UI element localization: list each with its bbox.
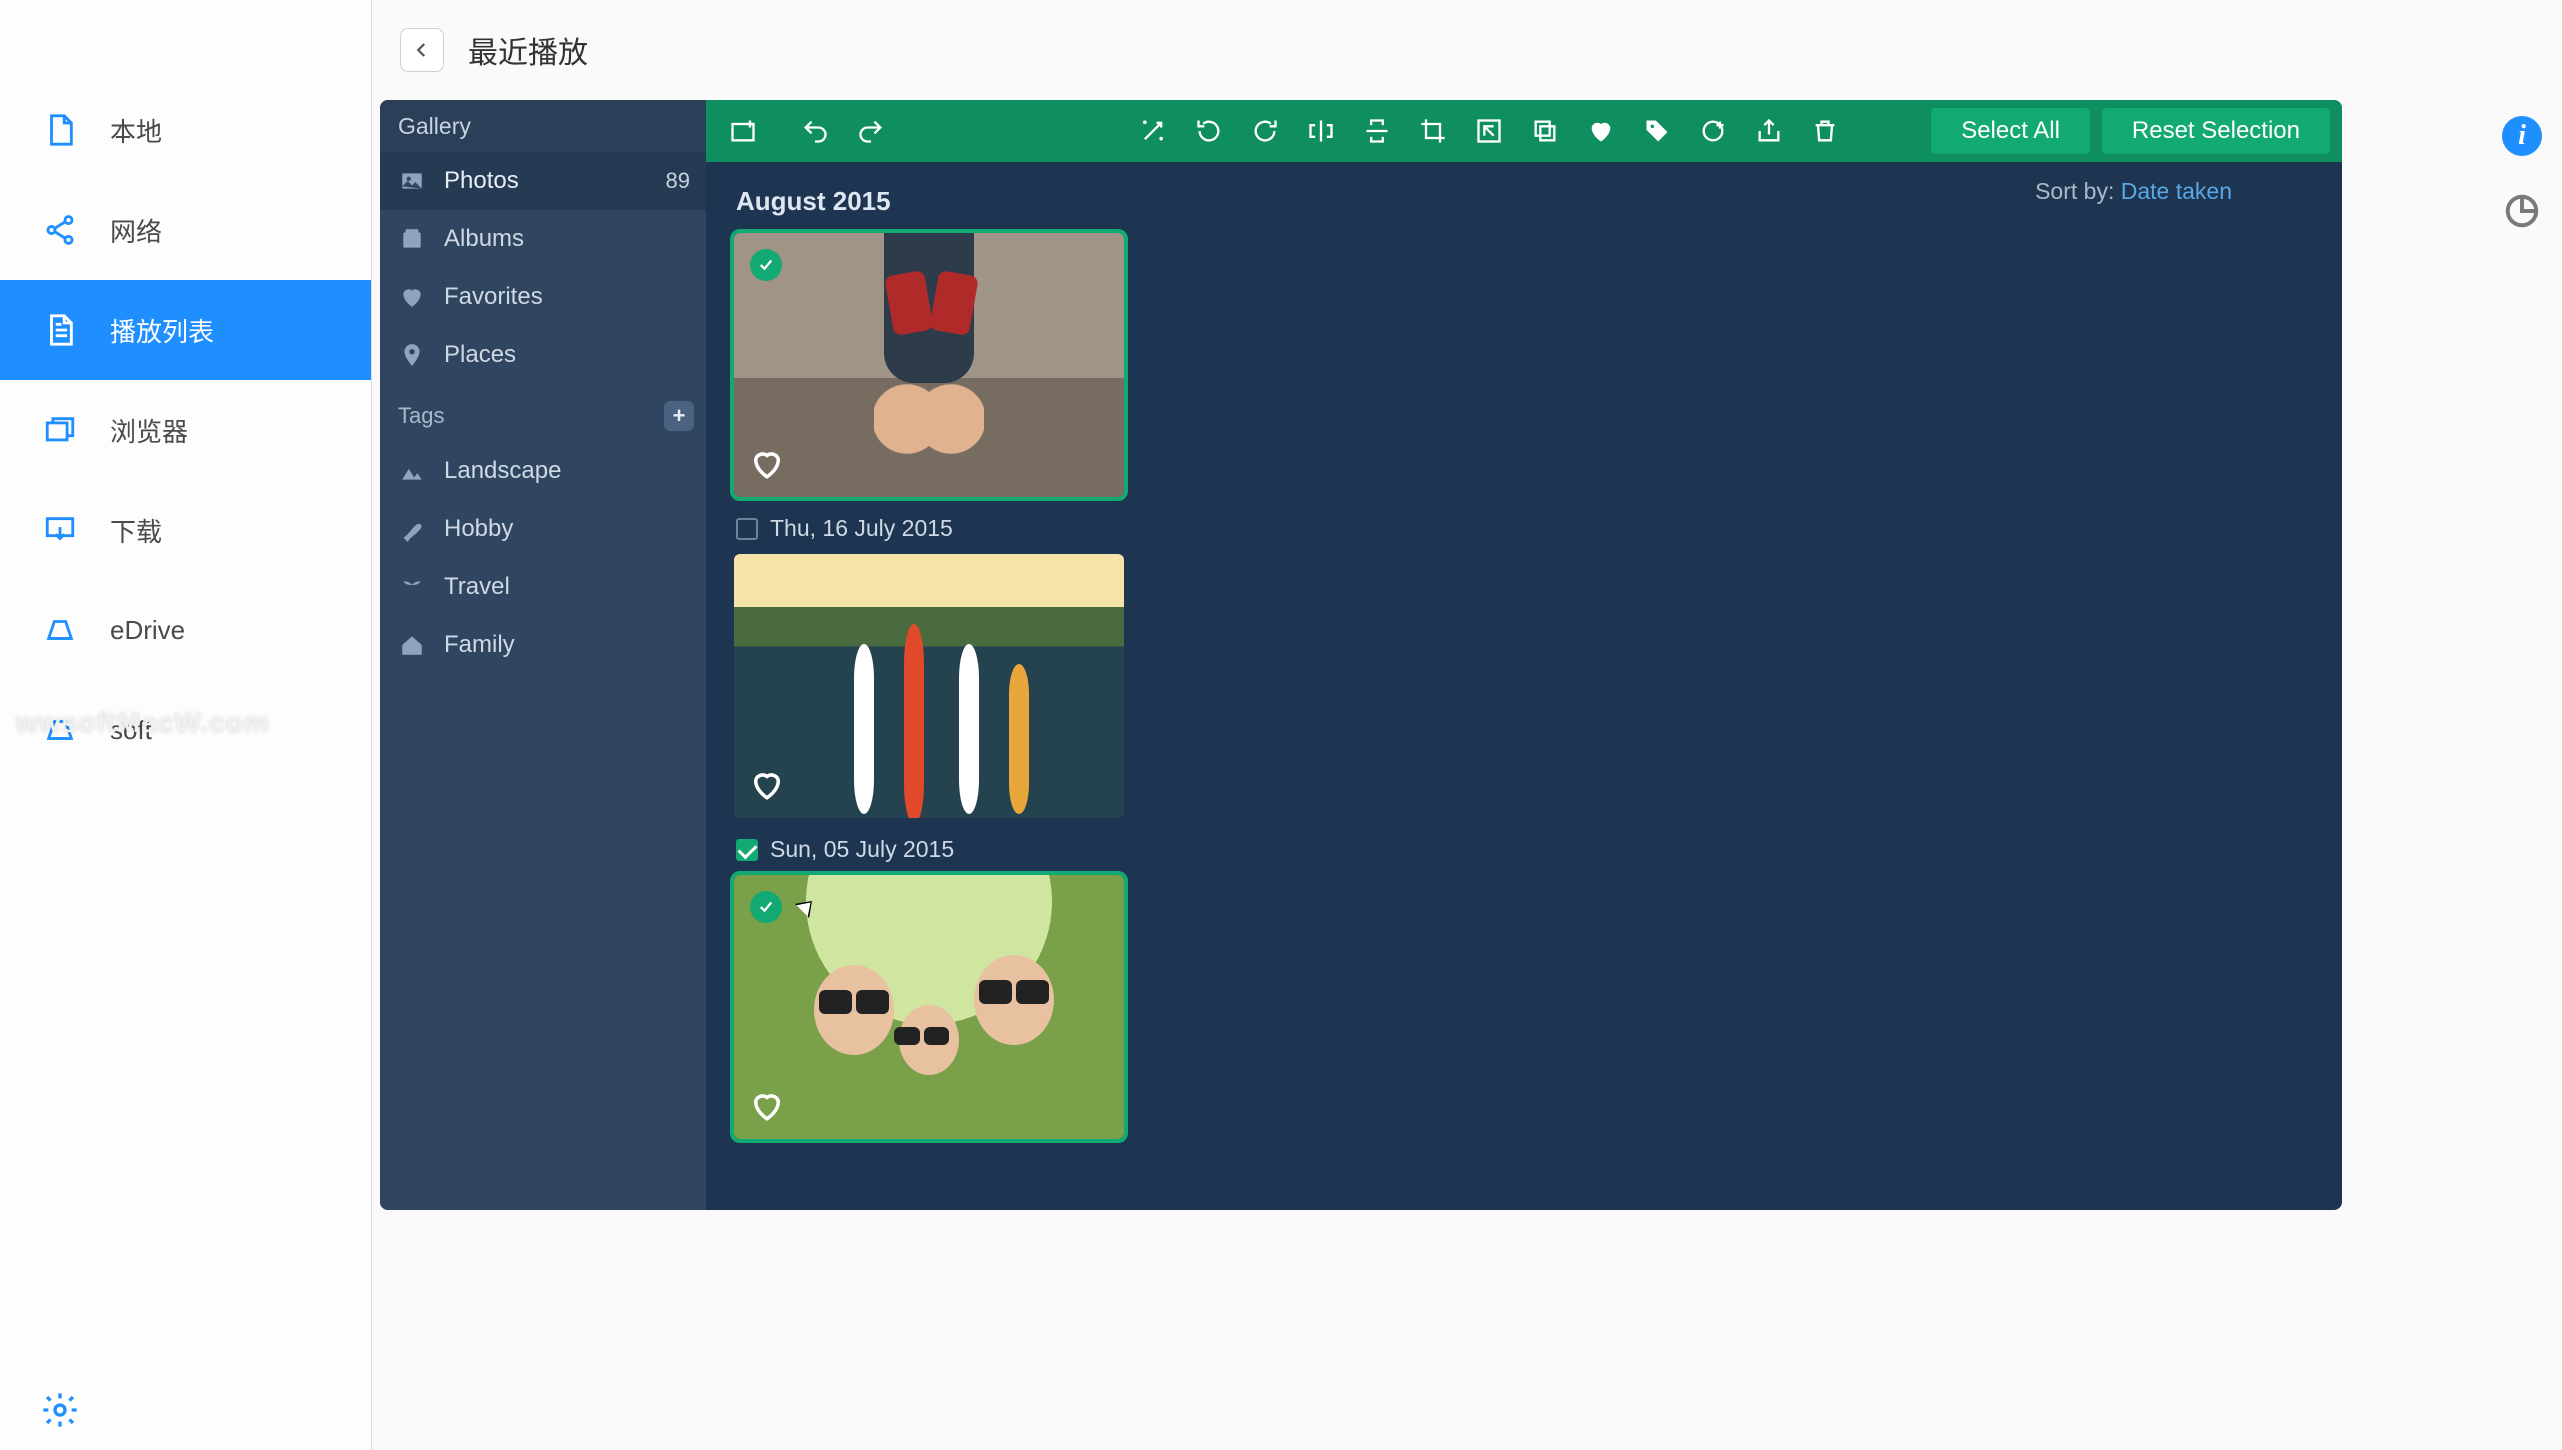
back-button[interactable]: [400, 28, 444, 72]
sidebar-item-browser[interactable]: 浏览器: [0, 380, 371, 480]
share-icon: [42, 212, 78, 248]
photo-thumbnail[interactable]: [734, 233, 1124, 497]
palm-icon: [398, 573, 426, 601]
selected-check-icon: [750, 891, 782, 923]
date-checkbox[interactable]: [736, 518, 758, 540]
sidebar-item-label: 网络: [110, 212, 162, 249]
home-icon: [398, 631, 426, 659]
sidebar-item-label: 下载: [110, 512, 162, 549]
windows-icon: [42, 412, 78, 448]
sidebar-item-download[interactable]: 下载: [0, 480, 371, 580]
tag-label: Hobby: [444, 515, 513, 543]
date-header[interactable]: Sun, 05 July 2015: [736, 836, 2318, 863]
gallery-section-label: Photos: [444, 167, 519, 195]
favorite-heart-icon[interactable]: [750, 1089, 784, 1123]
hobby-icon: [398, 515, 426, 543]
gallery-panel: Gallery Photos 89 Albums Favorites Place…: [380, 100, 2342, 1210]
rotate-right-button[interactable]: [1240, 108, 1290, 154]
tag-landscape[interactable]: Landscape: [380, 442, 706, 500]
flip-horizontal-button[interactable]: [1296, 108, 1346, 154]
gallery-section-label: Albums: [444, 225, 524, 253]
crop-button[interactable]: [1408, 108, 1458, 154]
drive-icon: [42, 712, 78, 748]
date-label: Thu, 16 July 2015: [770, 515, 953, 542]
sidebar-item-label: soft: [110, 715, 152, 746]
add-tag-button[interactable]: +: [664, 401, 694, 431]
sidebar-item-label: 播放列表: [110, 312, 214, 349]
delete-button[interactable]: [1800, 108, 1850, 154]
sidebar-item-label: eDrive: [110, 615, 185, 646]
gallery-section-label: Favorites: [444, 283, 543, 311]
app-sidebar: 本地 网络 播放列表 浏览器 下载 eDrive: [0, 0, 372, 1450]
photo-grid: Sort by: Date taken August 2015 Thu, 16 …: [706, 162, 2342, 1210]
add-photo-button[interactable]: [718, 108, 768, 154]
photo-thumbnail[interactable]: [734, 875, 1124, 1139]
reset-selection-button[interactable]: Reset Selection: [2102, 108, 2330, 154]
chevron-left-icon: [413, 41, 431, 59]
resize-button[interactable]: [1464, 108, 1514, 154]
sidebar-item-label: 本地: [110, 112, 162, 149]
selected-check-icon: [750, 249, 782, 281]
photo-thumbnail[interactable]: [734, 554, 1124, 818]
tag-family[interactable]: Family: [380, 616, 706, 674]
tag-label: Family: [444, 631, 515, 659]
gallery-header: Gallery: [380, 100, 706, 152]
gear-icon: [40, 1390, 80, 1430]
sidebar-item-network[interactable]: 网络: [0, 180, 371, 280]
tags-header: Tags +: [380, 390, 706, 442]
copy-button[interactable]: [1520, 108, 1570, 154]
sidebar-item-soft[interactable]: soft: [0, 680, 371, 780]
gallery-section-places[interactable]: Places: [380, 326, 706, 384]
flip-vertical-button[interactable]: [1352, 108, 1402, 154]
photo-toolbar: Select All Reset Selection: [706, 100, 2342, 162]
heart-icon: [398, 283, 426, 311]
rotate-left-button[interactable]: [1184, 108, 1234, 154]
sort-value: Date taken: [2121, 178, 2232, 204]
select-all-button[interactable]: Select All: [1931, 108, 2090, 154]
tag-label: Landscape: [444, 457, 561, 485]
auto-fix-button[interactable]: [1128, 108, 1178, 154]
settings-button[interactable]: [40, 1390, 80, 1430]
sidebar-item-playlist[interactable]: 播放列表: [0, 280, 371, 380]
info-button[interactable]: i: [2502, 116, 2542, 156]
tag-travel[interactable]: Travel: [380, 558, 706, 616]
sort-by[interactable]: Sort by: Date taken: [2035, 178, 2232, 205]
date-label: Sun, 05 July 2015: [770, 836, 954, 863]
topbar: 最近播放: [372, 0, 2562, 100]
page-title: 最近播放: [468, 28, 588, 72]
photo-icon: [398, 167, 426, 195]
favorite-button[interactable]: [1576, 108, 1626, 154]
album-icon: [398, 225, 426, 253]
gallery-sidebar: Gallery Photos 89 Albums Favorites Place…: [380, 100, 706, 1210]
sidebar-item-local[interactable]: 本地: [0, 80, 371, 180]
favorite-heart-icon[interactable]: [750, 447, 784, 481]
landscape-icon: [398, 457, 426, 485]
pie-chart-icon: [2503, 192, 2541, 230]
tag-hobby[interactable]: Hobby: [380, 500, 706, 558]
tag-label: Travel: [444, 573, 510, 601]
gallery-section-albums[interactable]: Albums: [380, 210, 706, 268]
date-header[interactable]: Thu, 16 July 2015: [736, 515, 2318, 542]
favorite-heart-icon[interactable]: [750, 768, 784, 802]
pin-icon: [398, 341, 426, 369]
document-icon: [42, 112, 78, 148]
right-tool-strip: i: [2502, 116, 2542, 235]
drive-icon: [42, 612, 78, 648]
add-to-album-button[interactable]: [1688, 108, 1738, 154]
stats-button[interactable]: [2503, 192, 2541, 235]
date-checkbox[interactable]: [736, 839, 758, 861]
gallery-section-photos[interactable]: Photos 89: [380, 152, 706, 210]
gallery-section-favorites[interactable]: Favorites: [380, 268, 706, 326]
undo-button[interactable]: [790, 108, 840, 154]
gallery-section-label: Places: [444, 341, 516, 369]
playlist-icon: [42, 312, 78, 348]
photos-count: 89: [666, 168, 690, 194]
export-button[interactable]: [1744, 108, 1794, 154]
download-icon: [42, 512, 78, 548]
sidebar-item-edrive[interactable]: eDrive: [0, 580, 371, 680]
sidebar-item-label: 浏览器: [110, 412, 188, 449]
redo-button[interactable]: [846, 108, 896, 154]
tag-button[interactable]: [1632, 108, 1682, 154]
